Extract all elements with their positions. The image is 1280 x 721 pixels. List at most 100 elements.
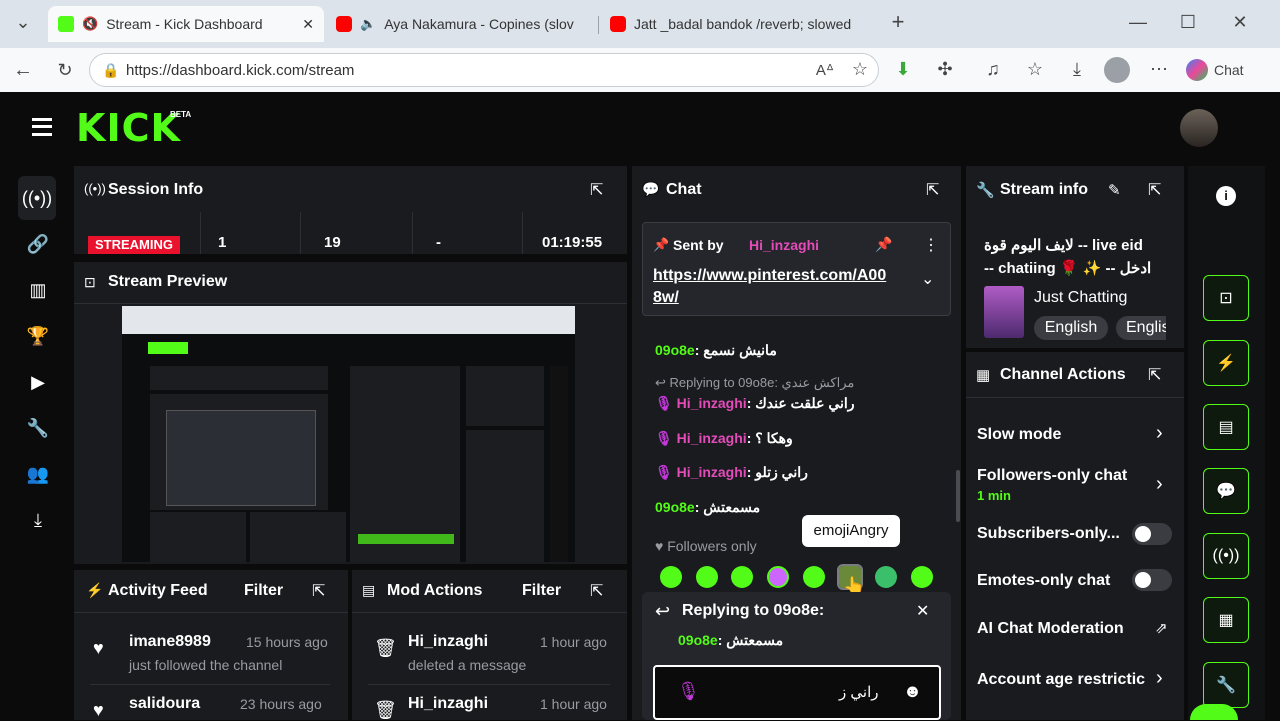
- sidebar-users-icon[interactable]: 👥: [22, 458, 54, 490]
- rail-channel-actions-button[interactable]: ▦: [1203, 597, 1249, 643]
- user-avatar[interactable]: [1180, 109, 1218, 147]
- new-tab-plus-icon[interactable]: +: [886, 11, 910, 33]
- info-icon[interactable]: i: [1216, 186, 1236, 206]
- tag-pill[interactable]: English: [1034, 316, 1108, 340]
- chat-username[interactable]: Hi_inzaghi: [677, 395, 747, 411]
- chat-username[interactable]: Hi_inzaghi: [677, 430, 747, 446]
- tag-pill[interactable]: English: [1116, 316, 1166, 340]
- chat-message-input[interactable]: 🎙 راني ز ☻: [653, 665, 941, 720]
- sidebar-stream-icon[interactable]: ((•)): [18, 176, 56, 220]
- media-control-icon[interactable]: ♫: [982, 59, 1004, 79]
- trash-icon: 🗑: [374, 638, 397, 658]
- emote-icon[interactable]: [767, 566, 789, 588]
- followers-only-chat-label[interactable]: Followers-only chat: [977, 467, 1127, 485]
- popout-icon[interactable]: ⇱: [590, 180, 603, 200]
- profile-avatar[interactable]: [1104, 57, 1130, 83]
- rail-broadcast-button[interactable]: ((•)): [1203, 533, 1249, 579]
- tab-list-chevron-icon[interactable]: ⌄: [10, 12, 36, 32]
- external-link-icon[interactable]: ⇗: [1155, 619, 1168, 637]
- downloads-icon[interactable]: ⤓: [1066, 59, 1088, 79]
- tab-aya-nakamura[interactable]: 🔈 Aya Nakamura - Copines (slov: [326, 6, 594, 42]
- chevron-right-icon[interactable]: ›: [1156, 422, 1163, 445]
- emote-icon[interactable]: [875, 566, 897, 588]
- rail-stream-info-button[interactable]: 🔧: [1203, 662, 1249, 708]
- pinned-user[interactable]: Hi_inzaghi: [749, 237, 819, 253]
- chat-username[interactable]: Hi_inzaghi: [677, 464, 747, 480]
- tab-kick-dashboard[interactable]: 🔇 Stream - Kick Dashboard ✕: [48, 6, 324, 42]
- category-thumbnail[interactable]: [984, 286, 1024, 338]
- download-extension-icon[interactable]: ⬇: [892, 59, 914, 79]
- mod-user[interactable]: Hi_inzaghi: [408, 633, 488, 651]
- tab-jatt-badal[interactable]: Jatt _badal bandok /reverb; slowed: [600, 6, 868, 42]
- emote-icon[interactable]: [696, 566, 718, 588]
- kebab-menu-icon[interactable]: ⋮: [923, 235, 939, 255]
- floating-action-button[interactable]: [1190, 704, 1238, 720]
- tab-close-icon[interactable]: ✕: [302, 16, 314, 33]
- chevron-right-icon[interactable]: ›: [1156, 473, 1163, 496]
- stream-preview-video[interactable]: [122, 306, 575, 562]
- favorites-icon[interactable]: ☆: [1024, 59, 1046, 79]
- minimize-icon[interactable]: —: [1126, 12, 1150, 32]
- category-name[interactable]: Just Chatting: [1034, 289, 1127, 307]
- emotes-only-toggle[interactable]: [1132, 569, 1172, 591]
- favorite-star-icon[interactable]: ☆: [852, 59, 868, 80]
- extensions-puzzle-icon[interactable]: ✣: [934, 59, 956, 79]
- speaker-muted-icon[interactable]: 🔇: [82, 16, 98, 32]
- sidebar-link-icon[interactable]: 🔗: [22, 228, 54, 260]
- popout-icon[interactable]: ⇱: [312, 581, 325, 601]
- rail-activity-button[interactable]: ⚡: [1203, 340, 1249, 386]
- reload-icon[interactable]: ↻: [52, 60, 78, 80]
- kick-logo[interactable]: KICK: [76, 106, 181, 150]
- popout-icon[interactable]: ⇱: [1148, 365, 1161, 385]
- edit-pencil-icon[interactable]: ✎: [1108, 181, 1121, 199]
- account-age-label[interactable]: Account age restrictic: [977, 671, 1145, 689]
- copilot-chat-button[interactable]: Chat: [1186, 56, 1262, 84]
- chat-username[interactable]: 09o8e: [655, 499, 695, 515]
- slow-mode-label[interactable]: Slow mode: [977, 426, 1061, 444]
- more-menu-icon[interactable]: ⋯: [1148, 59, 1170, 79]
- popout-icon[interactable]: ⇱: [590, 581, 603, 601]
- sidebar-download-icon[interactable]: ⤓: [22, 504, 54, 536]
- unpin-icon[interactable]: 📌: [875, 236, 892, 253]
- emote-icon[interactable]: [660, 566, 682, 588]
- subscribers-only-toggle[interactable]: [1132, 523, 1172, 545]
- chat-scrollbar[interactable]: [956, 470, 960, 522]
- mod-filter-button[interactable]: Filter: [522, 582, 561, 600]
- pinned-link-line2[interactable]: 8w/: [653, 289, 679, 307]
- reply-context-text: Replying to 09o8e: مراكش عندي: [669, 375, 855, 390]
- rail-chat-button[interactable]: 💬: [1203, 468, 1249, 514]
- pinned-link-line1[interactable]: https://www.pinterest.com/A00: [653, 267, 886, 285]
- hamburger-menu-icon[interactable]: [32, 118, 52, 136]
- close-reply-icon[interactable]: ✕: [916, 601, 929, 621]
- emote-icon[interactable]: [731, 566, 753, 588]
- emote-icon[interactable]: [803, 566, 825, 588]
- ai-chat-moderation-label[interactable]: AI Chat Moderation: [977, 620, 1124, 638]
- sidebar-trophy-icon[interactable]: 🏆: [22, 320, 54, 352]
- chat-username[interactable]: 09o8e: [655, 342, 695, 358]
- chevron-right-icon[interactable]: ›: [1156, 667, 1163, 690]
- reply-quote-user[interactable]: 09o8e: [678, 632, 718, 648]
- site-info-icon[interactable]: 🔒: [102, 62, 119, 79]
- sidebar-video-icon[interactable]: ▶: [22, 366, 54, 398]
- activity-user[interactable]: salidoura: [129, 695, 200, 713]
- emoji-picker-icon[interactable]: ☻: [903, 681, 922, 702]
- preview-channel-actions-box: [466, 430, 544, 562]
- address-bar[interactable]: 🔒 https://dashboard.kick.com/stream Aᐞ ☆: [89, 53, 879, 87]
- popout-icon[interactable]: ⇱: [926, 180, 939, 200]
- close-window-icon[interactable]: ✕: [1228, 12, 1252, 32]
- rail-preview-button[interactable]: ⊡: [1203, 275, 1249, 321]
- reply-context: ↩ Replying to 09o8e: مراكش عندي: [655, 375, 854, 391]
- activity-filter-button[interactable]: Filter: [244, 582, 283, 600]
- mod-user[interactable]: Hi_inzaghi: [408, 695, 488, 713]
- popout-icon[interactable]: ⇱: [1148, 180, 1161, 200]
- emote-icon[interactable]: [911, 566, 933, 588]
- maximize-icon[interactable]: ☐: [1176, 12, 1200, 32]
- read-aloud-icon[interactable]: Aᐞ: [816, 61, 834, 79]
- activity-user[interactable]: imane8989: [129, 633, 211, 651]
- rail-mod-actions-button[interactable]: ▤: [1203, 404, 1249, 450]
- sidebar-analytics-icon[interactable]: ▥: [22, 274, 54, 306]
- expand-chevron-icon[interactable]: ⌄: [921, 269, 934, 289]
- back-arrow-icon[interactable]: ←: [10, 60, 36, 80]
- speaker-icon[interactable]: 🔈: [360, 16, 376, 32]
- sidebar-wrench-icon[interactable]: 🔧: [22, 412, 54, 444]
